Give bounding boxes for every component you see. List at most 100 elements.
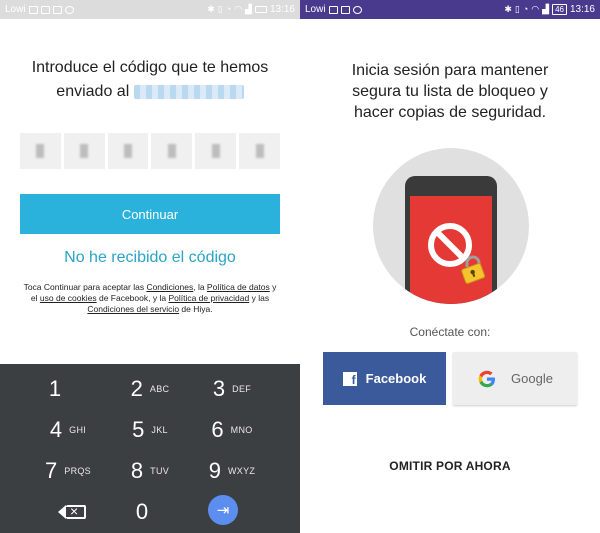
key-6[interactable]: 6 MNO (192, 410, 272, 450)
data-policy-link[interactable]: Política de datos (207, 282, 270, 292)
facebook-login-button[interactable]: f Facebook (323, 352, 446, 405)
google-label: Google (511, 371, 553, 386)
key-letters: GHI (69, 425, 87, 435)
carrier-label: Lowi (305, 4, 326, 15)
key-number: 6 (211, 417, 224, 442)
key-number: 4 (49, 417, 63, 442)
title-line-2: segura tu lista de bloqueo y (352, 83, 548, 100)
key-9[interactable]: 9 WXYZ (192, 451, 272, 491)
key-0[interactable]: 0 (102, 492, 182, 532)
mail-icon (328, 5, 338, 14)
code-digit-redacted (167, 144, 176, 158)
bluetooth-icon: ✱ (207, 4, 215, 14)
resend-code-link[interactable]: No he recibido el código (0, 249, 300, 267)
key-letters: WXYZ (228, 466, 256, 476)
code-input-row (20, 133, 280, 169)
phone-illustration (405, 176, 497, 304)
continue-button[interactable]: Continuar (20, 194, 280, 234)
key-letters: TUV (150, 466, 170, 476)
page-title: Inicia sesión para mantener segura tu li… (300, 60, 600, 123)
google-login-button[interactable]: Google (453, 352, 577, 405)
skip-button[interactable]: OMITIR POR AHORA (300, 459, 600, 473)
wifi-icon: ◠ (234, 4, 243, 14)
vibrate-icon: ▯ (217, 4, 223, 14)
backspace-icon (58, 503, 86, 519)
connect-with-label: Conéctate con: (409, 325, 491, 339)
code-digit-field[interactable] (151, 133, 193, 169)
chat-icon (64, 5, 74, 14)
key-7[interactable]: 7 PRQS (28, 451, 108, 491)
cookies-link[interactable]: uso de cookies (40, 293, 97, 303)
page-title: Introduce el código que te hemos enviado… (0, 56, 300, 104)
key-letters: PRQS (64, 466, 91, 476)
numeric-keypad: 1 2 ABC 3 DEF 4 GHI 5 JKL 6 MNO 7 PRQS 8 TUV 9W… (0, 364, 300, 533)
facebook-label: Facebook (365, 371, 427, 386)
clock: 13:16 (569, 4, 595, 15)
terms-text-part: de Hiya. (179, 304, 213, 314)
service-conditions-link[interactable]: Condiciones del servicio (87, 304, 179, 314)
gallery-icon (52, 5, 62, 14)
code-digit-redacted (255, 144, 264, 158)
key-5[interactable]: 5 JKL (110, 410, 190, 450)
code-digit-redacted (80, 144, 89, 158)
status-bar: Lowi ✱ ▯ ◔ ◠ ▟ 46 13:16 (300, 0, 600, 19)
code-digit-field[interactable] (107, 133, 149, 169)
title-line-1: Introduce el código que te hemos (31, 59, 269, 76)
mail-icon (28, 5, 38, 14)
key-letters: JKL (151, 425, 168, 435)
key-letters: DEF (232, 384, 252, 394)
key-number: 5 (132, 417, 145, 442)
title-line-2: enviado al (0, 80, 300, 104)
clock: 13:16 (269, 4, 295, 15)
vibrate-icon: ▯ (514, 4, 520, 14)
battery-level: 46 (552, 4, 567, 15)
key-number: 3 (212, 376, 226, 401)
google-icon (478, 370, 496, 387)
signal-icon: ▟ (542, 4, 550, 14)
code-digit-field[interactable] (239, 133, 280, 169)
code-digit-redacted (211, 144, 220, 158)
key-number: 1 (48, 376, 62, 401)
alarm-icon: ◔ (522, 4, 529, 14)
key-letters: ABC (149, 384, 170, 394)
code-digit-redacted (124, 144, 133, 158)
key-1[interactable]: 1 (28, 369, 108, 409)
key-number: 8 (130, 458, 144, 483)
enter-key[interactable]: ⇥ (183, 490, 263, 530)
code-digit-redacted (36, 144, 45, 158)
alarm-icon: ◔ (225, 4, 232, 14)
code-digit-field[interactable] (20, 133, 61, 169)
title-line-3: hacer copias de seguridad. (353, 104, 547, 121)
wifi-icon: ◠ (531, 4, 540, 14)
key-2[interactable]: 2 ABC (110, 369, 190, 409)
key-number: 7 (45, 458, 58, 483)
signal-icon: ▟ (245, 4, 252, 14)
battery-icon (254, 6, 267, 13)
code-digit-field[interactable] (63, 133, 105, 169)
terms-text-part: , la (193, 282, 207, 292)
key-4[interactable]: 4 GHI (28, 410, 108, 450)
enter-icon: ⇥ (208, 495, 238, 525)
key-number: 9 (208, 458, 222, 483)
image-icon (340, 5, 350, 14)
login-screen: Lowi ✱ ▯ ◔ ◠ ▟ 46 13:16 Inicia sesión pa… (300, 0, 600, 533)
terms-text: Toca Continuar para aceptar las Condicio… (22, 282, 278, 315)
image-icon (40, 5, 50, 14)
phone-screen (410, 196, 492, 304)
facebook-icon: f (342, 371, 357, 386)
code-digit-field[interactable] (195, 133, 237, 169)
key-number: 0 (135, 499, 149, 524)
bluetooth-icon: ✱ (504, 4, 512, 14)
status-bar: Lowi ✱ ▯ ◔ ◠ ▟ 13:16 (0, 0, 300, 19)
carrier-label: Lowi (5, 4, 26, 15)
terms-conditions-link[interactable]: Condiciones (146, 282, 193, 292)
key-letters: MNO (230, 425, 253, 435)
privacy-policy-link[interactable]: Política de privacidad (168, 293, 249, 303)
key-number: 2 (130, 376, 143, 401)
terms-text-part: y las (249, 293, 270, 303)
title-line-2-prefix: enviado al (56, 83, 130, 100)
key-8[interactable]: 8 TUV (110, 451, 190, 491)
terms-text-part: de Facebook, y la (96, 293, 169, 303)
title-line-1: Inicia sesión para mantener (351, 62, 549, 79)
key-3[interactable]: 3 DEF (192, 369, 272, 409)
